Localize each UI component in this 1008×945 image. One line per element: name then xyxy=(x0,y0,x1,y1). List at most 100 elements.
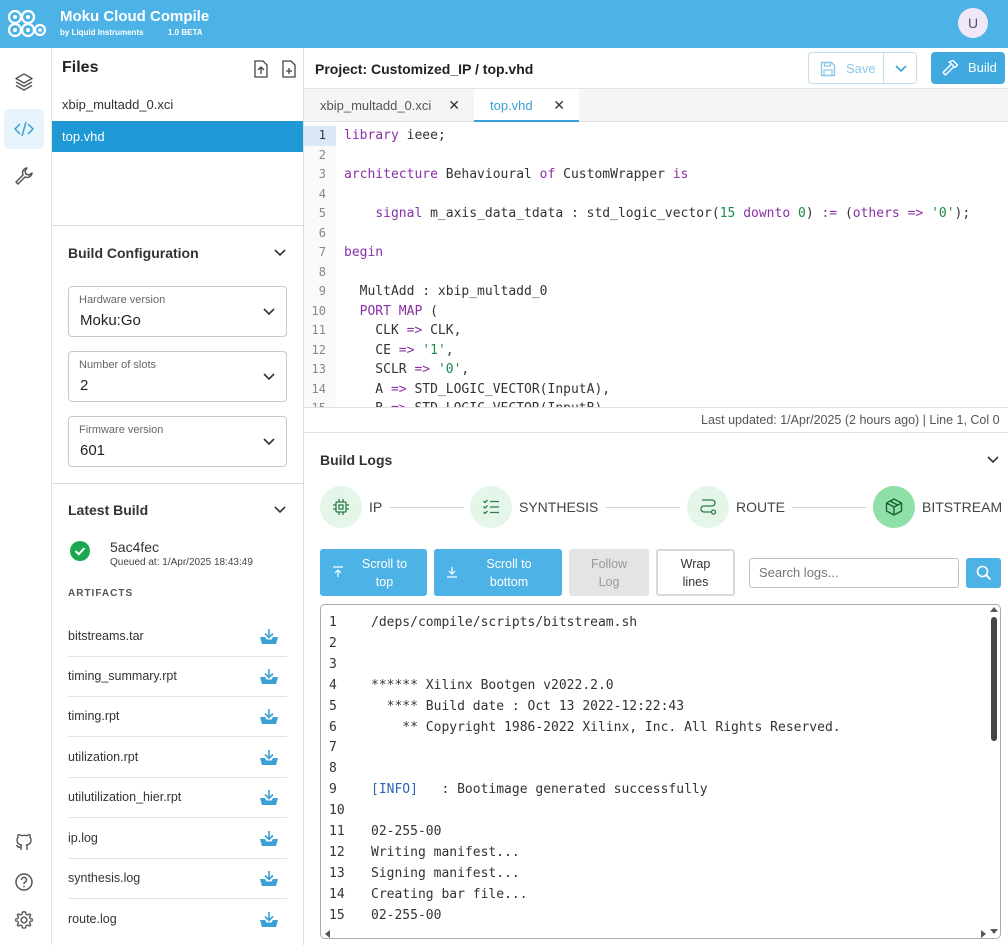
artifact-row: route.log xyxy=(68,900,287,940)
artifact-name: timing.rpt xyxy=(68,709,120,723)
code-line: 5 signal m_axis_data_tdata : std_logic_v… xyxy=(304,204,1008,224)
code-editor[interactable]: 1 library ieee; 2 3 architecture Behavioural… xyxy=(304,123,1008,407)
artifact-name: utilutilization_hier.rpt xyxy=(68,790,182,804)
code-line: 10 PORT MAP ( xyxy=(304,302,1008,322)
build-hash: 5ac4fec xyxy=(110,539,160,555)
log-line-number: 11 xyxy=(329,824,345,839)
follow-log-button[interactable]: Follow Log xyxy=(569,549,649,596)
scroll-to-top-button[interactable]: Scroll to top xyxy=(320,549,427,596)
layers-nav-button[interactable] xyxy=(4,62,44,102)
app-title: Moku Cloud Compile xyxy=(60,8,210,25)
download-icon[interactable] xyxy=(259,749,279,766)
scroll-up-arrow[interactable] xyxy=(990,607,998,612)
scroll-right-arrow[interactable] xyxy=(981,930,986,938)
tab-top-vhd[interactable]: top.vhd ✕ xyxy=(474,89,579,122)
save-button[interactable]: Save xyxy=(808,52,883,84)
close-tab-icon[interactable]: ✕ xyxy=(553,89,565,122)
artifact-name: bitstreams.tar xyxy=(68,629,144,643)
stage-bitstream xyxy=(873,486,915,528)
editor-status-text: Last updated: 1/Apr/2025 (2 hours ago) |… xyxy=(701,413,1000,427)
tools-nav-button[interactable] xyxy=(4,156,44,196)
new-file-icon[interactable] xyxy=(281,60,297,78)
settings-button[interactable] xyxy=(4,900,44,940)
chevron-down-icon xyxy=(895,65,907,73)
log-search-button[interactable] xyxy=(966,558,1001,588)
build-success-icon xyxy=(70,541,90,561)
help-button[interactable] xyxy=(4,862,44,902)
build-button[interactable]: Build xyxy=(931,52,1005,84)
app-version: 1.0 BETA xyxy=(168,28,203,37)
scroll-to-bottom-label: Scroll to bottom xyxy=(486,556,532,589)
stage-synthesis xyxy=(470,486,512,528)
line-number: 14 xyxy=(311,381,326,396)
log-output[interactable]: 1/deps/compile/scripts/bitstream.sh 2 3 4 **… xyxy=(320,604,1001,939)
log-line-number: 14 xyxy=(329,886,345,902)
cube-icon xyxy=(885,498,903,516)
download-icon[interactable] xyxy=(259,708,279,725)
code-line: 12 CE => '1', xyxy=(304,341,1008,361)
scroll-to-bottom-button[interactable]: Scroll to bottom xyxy=(434,549,562,596)
hardware-version-label: Hardware version xyxy=(79,294,166,306)
download-icon[interactable] xyxy=(259,668,279,685)
tab-label: top.vhd xyxy=(490,98,533,113)
download-icon[interactable] xyxy=(259,830,279,847)
artifact-row: synthesis.log xyxy=(68,859,287,899)
scroll-left-arrow[interactable] xyxy=(325,930,330,938)
hardware-version-select[interactable]: Hardware version Moku:Go xyxy=(68,286,287,337)
firmware-version-select[interactable]: Firmware version 601 xyxy=(68,416,287,467)
stage-connector xyxy=(792,507,866,508)
file-item-top-vhd[interactable]: top.vhd xyxy=(52,121,303,152)
chevron-down-icon[interactable] xyxy=(986,455,1000,465)
slots-select[interactable]: Number of slots 2 xyxy=(68,351,287,402)
line-number: 1 xyxy=(318,128,326,142)
build-label: Build xyxy=(968,60,997,75)
build-logs-title: Build Logs xyxy=(320,452,393,468)
chevron-down-icon[interactable] xyxy=(273,505,287,515)
log-scrollbar-thumb[interactable] xyxy=(991,617,997,741)
checklist-icon xyxy=(483,499,499,515)
download-icon[interactable] xyxy=(259,911,279,928)
log-line: 13 Signing manifest... xyxy=(321,863,981,884)
wrap-lines-toggle[interactable]: Wrap lines xyxy=(656,549,735,596)
download-icon[interactable] xyxy=(259,628,279,645)
line-number: 11 xyxy=(311,323,326,337)
artifact-name: timing_summary.rpt xyxy=(68,669,177,683)
log-line-number: 8 xyxy=(329,761,337,777)
build-queued-time: Queued at: 1/Apr/2025 18:43:49 xyxy=(110,557,253,568)
chevron-down-icon[interactable] xyxy=(273,248,287,258)
close-tab-icon[interactable]: ✕ xyxy=(448,89,460,122)
files-panel: Files xbip_multadd_0.xci top.vhd Build C… xyxy=(52,48,304,945)
firmware-version-value: 601 xyxy=(80,442,106,459)
upload-file-icon[interactable] xyxy=(253,60,269,78)
download-icon[interactable] xyxy=(259,870,279,887)
code-line: 13 SCLR => '0', xyxy=(304,360,1008,380)
tab-xci[interactable]: xbip_multadd_0.xci ✕ xyxy=(304,89,474,122)
code-line: 6 xyxy=(304,224,1008,244)
line-number: 8 xyxy=(318,264,326,279)
help-icon xyxy=(15,873,33,891)
log-line-number: 13 xyxy=(329,865,345,881)
code-text: SCLR => '0', xyxy=(344,362,470,377)
log-line-number: 4 xyxy=(329,677,337,693)
log-line: 1/deps/compile/scripts/bitstream.sh xyxy=(321,612,981,633)
code-nav-button[interactable] xyxy=(4,109,44,149)
github-button[interactable] xyxy=(4,822,44,862)
scroll-down-arrow[interactable] xyxy=(990,929,998,934)
wrap-lines-label: Wrap lines xyxy=(680,556,711,589)
log-search-input[interactable]: Search logs... xyxy=(749,558,959,588)
file-item-xci[interactable]: xbip_multadd_0.xci xyxy=(52,89,303,120)
log-line-number: 12 xyxy=(329,844,345,860)
user-avatar[interactable]: U xyxy=(958,8,988,38)
code-text: B => STD_LOGIC_VECTOR(InputB), xyxy=(344,399,610,407)
download-icon[interactable] xyxy=(259,789,279,806)
stage-connector xyxy=(390,507,464,508)
save-options-dropdown[interactable] xyxy=(883,52,917,84)
log-line: 14 Creating bar file... xyxy=(321,884,981,905)
log-line: 7 xyxy=(321,737,981,758)
log-line-number: 9 xyxy=(329,782,337,798)
code-text: MultAdd : xbip_multadd_0 xyxy=(344,284,548,299)
stage-route xyxy=(687,486,729,528)
code-line: 8 xyxy=(304,263,1008,283)
divider xyxy=(52,483,303,484)
arrow-down-icon xyxy=(447,567,457,578)
